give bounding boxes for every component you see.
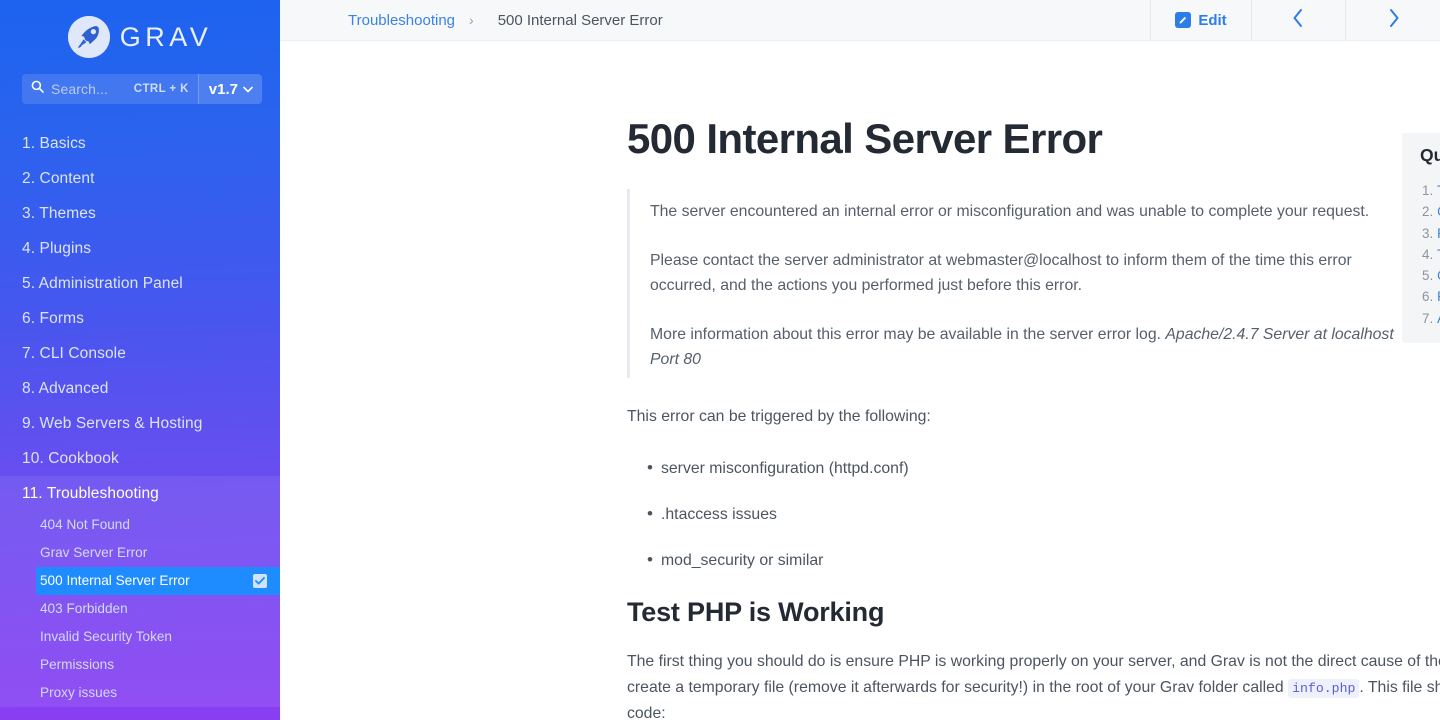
quick-menu-number: 7. — [1422, 310, 1434, 326]
version-selector[interactable]: v1.7 — [197, 74, 262, 104]
breadcrumb: Troubleshooting › 500 Internal Server Er… — [280, 0, 1151, 40]
sidebar-item-advanced[interactable]: 8. Advanced — [0, 371, 280, 406]
page-content: 500 Internal Server Error The server enc… — [280, 41, 1440, 720]
sidebar-group-troubleshooting: 11. Troubleshooting 404 Not Found Grav S… — [0, 476, 280, 707]
quick-menu-number: 1. — [1422, 183, 1434, 198]
brand-name: GRAV — [119, 21, 213, 52]
lead-paragraph: This error can be triggered by the follo… — [627, 408, 931, 425]
quick-menu-item[interactable]: 7.Admin Panel Navigation — [1422, 308, 1440, 329]
search-row: Search... CTRL + K v1.7 — [22, 74, 262, 104]
topbar: Troubleshooting › 500 Internal Server Er… — [280, 0, 1440, 41]
main-area: Troubleshooting › 500 Internal Server Er… — [280, 0, 1440, 720]
quick-menu-item[interactable]: 2.Check permissions — [1422, 201, 1440, 222]
quick-menu-panel: Quick Menu 1.Test PHP is Working 2.Check… — [1402, 133, 1440, 344]
grav-rocket-logo-icon — [67, 16, 110, 58]
quote-prefix: More information about this error may be… — [650, 326, 1166, 343]
sidebar-item-troubleshooting[interactable]: 11. Troubleshooting — [0, 476, 280, 511]
sidebar-subitem-403-forbidden[interactable]: 403 Forbidden — [0, 595, 280, 623]
chevron-right-icon — [1387, 8, 1400, 33]
version-label: v1.7 — [208, 80, 238, 98]
article-body: The server encountered an internal error… — [627, 189, 1397, 594]
breadcrumb-parent-link[interactable]: Troubleshooting — [348, 12, 455, 29]
sidebar-subitem-label: 500 Internal Server Error — [40, 573, 190, 588]
breadcrumb-current: 500 Internal Server Error — [497, 11, 663, 29]
quote-paragraph-3: More information about this error may be… — [650, 322, 1397, 372]
sidebar-item-administration-panel[interactable]: 5. Administration Panel — [0, 266, 280, 301]
chevron-right-icon: › — [469, 12, 474, 28]
quick-menu-item[interactable]: 4.ThreadStackSize on Windows — [1422, 244, 1440, 265]
list-item: .htaccess issues — [627, 501, 1397, 527]
quick-menu-title: Quick Menu — [1420, 145, 1440, 165]
quick-menu-item[interactable]: 1.Test PHP is Working — [1422, 180, 1440, 201]
quote-paragraph-1: The server encountered an internal error… — [650, 203, 1370, 220]
quick-menu-item[interactable]: 3.Register Globals Issue — [1422, 223, 1440, 244]
search-placeholder: Search... — [51, 81, 108, 97]
test-php-section: Test PHP is Working The first thing you … — [627, 597, 1440, 720]
brand-logo[interactable]: GRAV — [0, 0, 280, 62]
sidebar-item-themes[interactable]: 3. Themes — [0, 196, 280, 231]
quick-menu-header[interactable]: Quick Menu — [1402, 133, 1440, 174]
sidebar-subitem-500-internal-server-error[interactable]: 500 Internal Server Error — [36, 567, 280, 595]
sidebar-item-forms[interactable]: 6. Forms — [0, 301, 280, 336]
edit-button[interactable]: Edit — [1151, 0, 1252, 40]
next-page-button[interactable] — [1346, 0, 1440, 40]
list-item: mod_security or similar — [627, 547, 1397, 573]
sidebar: GRAV Search... CTRL + K v1.7 1. Basics 2… — [0, 0, 280, 720]
quote-paragraph-2: Please contact the server administrator … — [650, 252, 1352, 294]
sidebar-item-cookbook[interactable]: 10. Cookbook — [0, 441, 280, 476]
app-root: GRAV Search... CTRL + K v1.7 1. Basics 2… — [0, 0, 1440, 720]
search-input[interactable]: Search... CTRL + K — [22, 74, 198, 104]
quick-menu-item[interactable]: 5.Options -Indexes — [1422, 265, 1440, 286]
quick-menu-number: 3. — [1422, 225, 1434, 241]
trigger-list: server misconfiguration (httpd.conf) .ht… — [627, 455, 1397, 573]
quick-menu-number: 5. — [1422, 268, 1434, 284]
sidebar-subitem-proxy-issues[interactable]: Proxy issues — [0, 679, 280, 707]
previous-page-button[interactable] — [1252, 0, 1346, 40]
sidebar-subitem-404-not-found[interactable]: 404 Not Found — [0, 511, 280, 539]
inline-code-info-php: info.php — [1288, 678, 1360, 698]
pencil-edit-icon — [1175, 12, 1192, 28]
chevron-left-icon — [1292, 8, 1305, 33]
sidebar-subitem-permissions[interactable]: Permissions — [0, 651, 280, 679]
quick-menu-list: 1.Test PHP is Working 2.Check permission… — [1402, 174, 1440, 329]
section-heading-test-php: Test PHP is Working — [627, 597, 885, 627]
sidebar-subitem-invalid-security-token[interactable]: Invalid Security Token — [0, 623, 280, 651]
search-shortcut-hint: CTRL + K — [133, 83, 189, 95]
sidebar-item-plugins[interactable]: 4. Plugins — [0, 231, 280, 266]
sidebar-subitem-grav-server-error[interactable]: Grav Server Error — [0, 539, 280, 567]
search-icon — [31, 80, 44, 98]
sidebar-item-basics[interactable]: 1. Basics — [0, 126, 280, 161]
chevron-down-icon — [243, 80, 253, 98]
sidebar-item-content[interactable]: 2. Content — [0, 161, 280, 196]
sidebar-item-web-servers-hosting[interactable]: 9. Web Servers & Hosting — [0, 406, 280, 441]
checkbox-checked-icon — [253, 574, 267, 588]
quick-menu-item[interactable]: 6.RewriteBase problems — [1422, 286, 1440, 307]
sidebar-item-cli-console[interactable]: 7. CLI Console — [0, 336, 280, 371]
sidebar-nav: 1. Basics 2. Content 3. Themes 4. Plugin… — [0, 126, 280, 707]
edit-button-label: Edit — [1198, 11, 1227, 29]
error-blockquote: The server encountered an internal error… — [627, 189, 1397, 378]
page-title: 500 Internal Server Error — [627, 115, 1103, 162]
quick-menu-number: 6. — [1422, 289, 1434, 305]
quick-menu-number: 2. — [1422, 204, 1434, 220]
section-paragraph: The first thing you should do is ensure … — [627, 649, 1440, 720]
list-item: server misconfiguration (httpd.conf) — [627, 455, 1397, 481]
quick-menu-number: 4. — [1422, 246, 1434, 262]
